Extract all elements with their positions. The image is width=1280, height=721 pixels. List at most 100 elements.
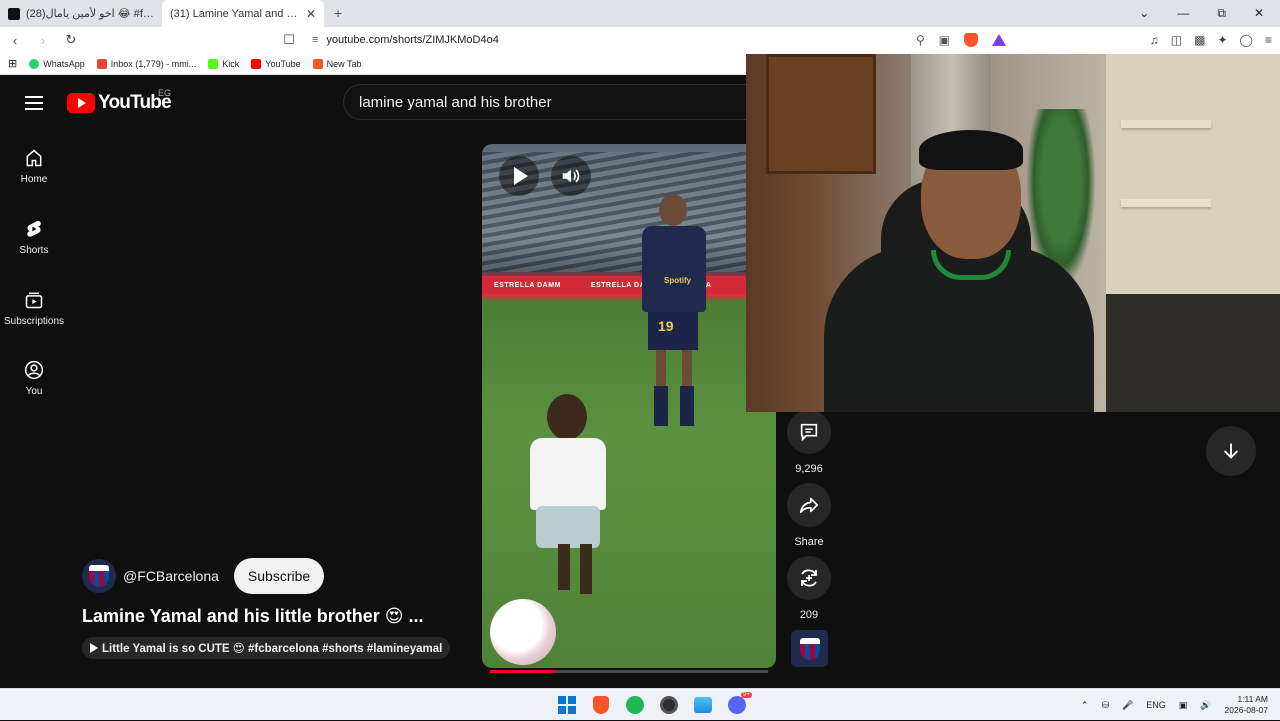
share-button[interactable]: Share (779, 483, 839, 548)
menu-hamburger-icon[interactable] (25, 96, 43, 110)
minimize-button[interactable]: — (1177, 6, 1189, 21)
media-icon[interactable]: ♫ (1150, 33, 1159, 47)
bookmark-label: YouTube (265, 58, 301, 69)
subscribe-button[interactable]: Subscribe (233, 558, 325, 594)
tab-tiktok[interactable]: (28)اخو لأمين يامال 😂 #fyp #foryou# (0, 0, 162, 27)
zoom-icon[interactable]: ⚲ (916, 33, 925, 47)
volume-icon[interactable]: 🔊 (1200, 700, 1211, 711)
youtube-icon (251, 58, 262, 69)
jersey-number: 19 (658, 318, 674, 334)
menu-icon[interactable]: ≡ (1265, 33, 1272, 47)
home-icon (26, 149, 42, 167)
clock-date: 2026-08-07 (1224, 705, 1268, 715)
microphone-icon[interactable]: 🎤 (1122, 700, 1133, 711)
share-icon (799, 497, 819, 514)
football (490, 599, 556, 665)
reload-icon[interactable]: ↻ (64, 32, 78, 48)
sidebar-icon[interactable]: ◫ (1171, 33, 1182, 47)
sidebar-item-you[interactable]: You (0, 360, 68, 397)
bookmark-whatsapp[interactable]: WhatsApp (29, 58, 85, 69)
new-tab-button[interactable]: + (324, 5, 352, 27)
sidebar-item-subscriptions[interactable]: Subscriptions (0, 290, 68, 327)
brave-browser-icon[interactable] (590, 694, 612, 716)
video-title[interactable]: Lamine Yamal and his little brother 😍 ..… (82, 606, 424, 627)
play-icon (514, 167, 528, 185)
brave-icon (312, 58, 323, 69)
system-clock[interactable]: 1:11 AM 2026-08-07 (1225, 694, 1268, 716)
bookmark-label: New Tab (326, 58, 362, 69)
remix-button[interactable]: 209 (779, 556, 839, 621)
obs-icon[interactable] (658, 694, 680, 716)
bookmark-youtube[interactable]: YouTube (251, 58, 301, 69)
comments-button[interactable]: 9,296 (779, 410, 839, 475)
language-indicator[interactable]: ENG (1146, 700, 1166, 710)
banner-text: ESTRELLA DAMM (494, 281, 561, 289)
channel-avatar[interactable] (82, 559, 116, 593)
arrow-down-icon (1223, 443, 1239, 459)
wall-shelf (1121, 199, 1211, 207)
url-text: youtube.com/shorts/ZIMJKMoD4o4 (326, 34, 499, 46)
next-video-button[interactable] (1206, 426, 1256, 476)
discord-icon[interactable]: 9+ (726, 692, 752, 716)
bookmark-new-tab[interactable]: New Tab (312, 58, 362, 69)
vpn-icon[interactable]: ◯ (1240, 33, 1253, 47)
fc-barcelona-crest-icon (89, 565, 109, 587)
tray-overflow-icon[interactable]: ⌃ (1081, 700, 1089, 711)
jersey-sponsor: Spotify (664, 276, 692, 285)
streamer-hair (919, 130, 1023, 170)
apps-grid-icon[interactable]: ⊞ (8, 57, 17, 70)
tray-app-icon[interactable]: ⛁ (1102, 700, 1110, 711)
close-tab-icon[interactable]: ✕ (306, 7, 316, 21)
back-icon[interactable]: ‹ (8, 33, 22, 48)
comment-count: 9,296 (795, 463, 823, 475)
photos-icon[interactable] (692, 694, 714, 716)
search-input[interactable]: lamine yamal and his brother (343, 84, 763, 120)
url-field[interactable]: ☐ ≡ youtube.com/shorts/ZIMJKMoD4o4 (282, 30, 902, 50)
bookmark-label: Inbox (1,779) - mmi... (110, 58, 197, 69)
comments-button-circle[interactable] (787, 410, 831, 454)
tab-search-button[interactable]: ⌄ (1139, 6, 1149, 21)
channel-avatar-small[interactable] (791, 630, 828, 667)
bookmark-icon[interactable]: ☐ (282, 32, 296, 48)
wallet-icon[interactable]: ▩ (1194, 33, 1205, 47)
description-text: Little Yamal is so CUTE 😍 #fcbarcelona #… (102, 643, 443, 655)
forward-icon[interactable]: › (36, 33, 50, 48)
bookmark-gmail[interactable]: Inbox (1,779) - mmi... (96, 58, 197, 69)
bookmark-kick[interactable]: Kick (208, 58, 239, 69)
sidebar-item-label: Subscriptions (3, 316, 65, 327)
volume-button[interactable] (551, 156, 591, 196)
spotify-icon[interactable] (624, 694, 646, 716)
windows-start-icon[interactable] (556, 694, 578, 716)
browser-tab-bar: (28)اخو لأمين يامال 😂 #fyp #foryou# (31)… (0, 0, 1280, 688)
account-icon (24, 360, 44, 380)
cast-icon[interactable]: ▣ (939, 33, 950, 47)
play-button[interactable] (499, 156, 539, 196)
sidebar-item-shorts[interactable]: Shorts (0, 219, 68, 256)
youtube-logo[interactable]: YouTube (67, 92, 172, 114)
video-progress-bar[interactable] (490, 670, 768, 673)
tab-title: (28)اخو لأمين يامال 😂 #fyp #foryou# (26, 8, 154, 20)
leo-ai-icon[interactable]: ✦ (1217, 33, 1227, 47)
network-icon[interactable]: ▣ (1179, 700, 1188, 711)
webcam-overlay (746, 54, 1280, 412)
channel-name[interactable]: @FCBarcelona (123, 568, 219, 584)
tab-youtube[interactable]: (31) Lamine Yamal and his little b ✕ (0, 0, 1280, 688)
brave-rewards-icon[interactable] (992, 34, 1007, 46)
bookmark-label: WhatsApp (43, 58, 85, 69)
remix-icon (801, 569, 817, 587)
shorts-video-player[interactable]: ESTRELLA DAMM ESTRELLA DAMM LA DA ··· Sp… (482, 144, 776, 668)
brave-shields-icon[interactable] (964, 33, 979, 47)
channel-row: @FCBarcelona Subscribe (82, 558, 325, 594)
subscriptions-icon (25, 292, 43, 309)
site-info-icon[interactable]: ≡ (312, 34, 318, 46)
window-controls: ⌄ — ⧉ ✕ (1139, 6, 1280, 27)
maximize-button[interactable]: ⧉ (1217, 6, 1226, 21)
close-window-button[interactable]: ✕ (1254, 6, 1264, 21)
sidebar-item-home[interactable]: Home (0, 148, 68, 185)
tab-title: (31) Lamine Yamal and his little b (170, 7, 300, 20)
wall-shelf (1121, 120, 1211, 128)
remix-button-circle[interactable] (787, 556, 831, 600)
description-chip[interactable]: Little Yamal is so CUTE 😍 #fcbarcelona #… (82, 637, 451, 659)
sidebar-item-label: Shorts (19, 245, 49, 256)
share-button-circle[interactable] (787, 483, 831, 527)
